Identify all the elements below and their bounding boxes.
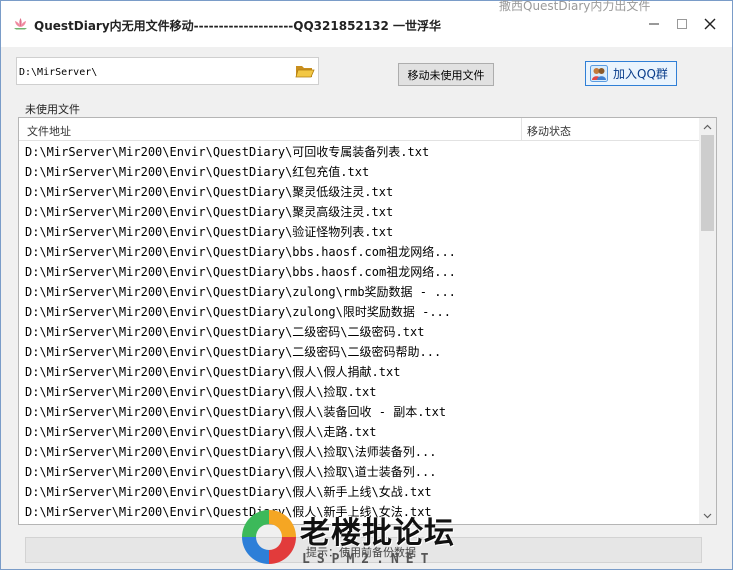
qq-group-icon xyxy=(590,65,608,82)
unused-files-list[interactable]: 文件地址 移动状态 D:\MirServer\Mir200\Envir\Ques… xyxy=(18,117,717,525)
chevron-up-icon xyxy=(703,124,712,129)
background-window-title: 撒西QuestDiary内力出文件 xyxy=(499,0,651,13)
close-icon xyxy=(704,18,716,30)
watermark: 老楼批论坛 LSPM2.NET xyxy=(238,504,498,570)
watermark-logo-icon xyxy=(242,510,296,564)
maximize-button[interactable] xyxy=(668,11,696,37)
unused-files-group-label: 未使用文件 xyxy=(23,101,82,117)
list-item[interactable]: D:\MirServer\Mir200\Envir\QuestDiary\验证怪… xyxy=(25,222,697,242)
scroll-down-button[interactable] xyxy=(699,507,716,524)
column-divider[interactable] xyxy=(521,118,522,140)
app-window: 撒西QuestDiary内力出文件 QuestDiary内无用文件移动-----… xyxy=(0,0,733,570)
list-item[interactable]: D:\MirServer\Mir200\Envir\QuestDiary\假人\… xyxy=(25,422,697,442)
minimize-button[interactable] xyxy=(640,11,668,37)
list-item[interactable]: D:\MirServer\Mir200\Envir\QuestDiary\zul… xyxy=(25,282,697,302)
chevron-down-icon xyxy=(703,513,712,518)
list-item[interactable]: D:\MirServer\Mir200\Envir\QuestDiary\zul… xyxy=(25,302,697,322)
window-title: QuestDiary内无用文件移动--------------------QQ3… xyxy=(34,19,442,33)
vertical-scrollbar[interactable] xyxy=(699,118,716,524)
list-item[interactable]: D:\MirServer\Mir200\Envir\QuestDiary\bbs… xyxy=(25,242,697,262)
browse-folder-button[interactable] xyxy=(294,61,316,81)
list-item[interactable]: D:\MirServer\Mir200\Envir\QuestDiary\假人\… xyxy=(25,382,697,402)
list-item[interactable]: D:\MirServer\Mir200\Envir\QuestDiary\聚灵高… xyxy=(25,202,697,222)
list-item[interactable]: D:\MirServer\Mir200\Envir\QuestDiary\bbs… xyxy=(25,262,697,282)
join-qq-group-button[interactable]: 加入QQ群 xyxy=(585,61,677,86)
minimize-icon xyxy=(649,23,659,25)
list-item[interactable]: D:\MirServer\Mir200\Envir\QuestDiary\聚灵低… xyxy=(25,182,697,202)
path-input[interactable] xyxy=(19,64,289,80)
list-item[interactable]: D:\MirServer\Mir200\Envir\QuestDiary\假人\… xyxy=(25,482,697,502)
move-unused-button[interactable]: 移动未使用文件 xyxy=(398,63,494,86)
list-item[interactable]: D:\MirServer\Mir200\Envir\QuestDiary\假人\… xyxy=(25,442,697,462)
list-header: 文件地址 移动状态 xyxy=(19,118,699,141)
list-item[interactable]: D:\MirServer\Mir200\Envir\QuestDiary\可回收… xyxy=(25,142,697,162)
join-qq-group-label: 加入QQ群 xyxy=(613,67,668,81)
list-rows: D:\MirServer\Mir200\Envir\QuestDiary\可回收… xyxy=(25,142,697,522)
maximize-icon xyxy=(677,19,687,29)
lotus-icon xyxy=(13,17,28,30)
column-header-status[interactable]: 移动状态 xyxy=(527,123,571,139)
column-header-path[interactable]: 文件地址 xyxy=(27,123,71,139)
list-item[interactable]: D:\MirServer\Mir200\Envir\QuestDiary\假人\… xyxy=(25,402,697,422)
list-item[interactable]: D:\MirServer\Mir200\Envir\QuestDiary\红包充… xyxy=(25,162,697,182)
folder-open-icon xyxy=(295,66,315,78)
title-bar[interactable]: 撒西QuestDiary内力出文件 QuestDiary内无用文件移动-----… xyxy=(1,0,732,47)
list-item[interactable]: D:\MirServer\Mir200\Envir\QuestDiary\二级密… xyxy=(25,322,697,342)
list-item[interactable]: D:\MirServer\Mir200\Envir\QuestDiary\二级密… xyxy=(25,342,697,362)
list-item[interactable]: D:\MirServer\Mir200\Envir\QuestDiary\假人\… xyxy=(25,362,697,382)
path-field xyxy=(16,57,319,85)
list-item[interactable]: D:\MirServer\Mir200\Envir\QuestDiary\假人\… xyxy=(25,462,697,482)
scroll-thumb[interactable] xyxy=(701,135,714,231)
close-button[interactable] xyxy=(696,11,724,37)
watermark-title: 老楼批论坛 xyxy=(300,516,455,551)
scroll-up-button[interactable] xyxy=(699,118,716,135)
watermark-subtitle: LSPM2.NET xyxy=(302,552,436,567)
